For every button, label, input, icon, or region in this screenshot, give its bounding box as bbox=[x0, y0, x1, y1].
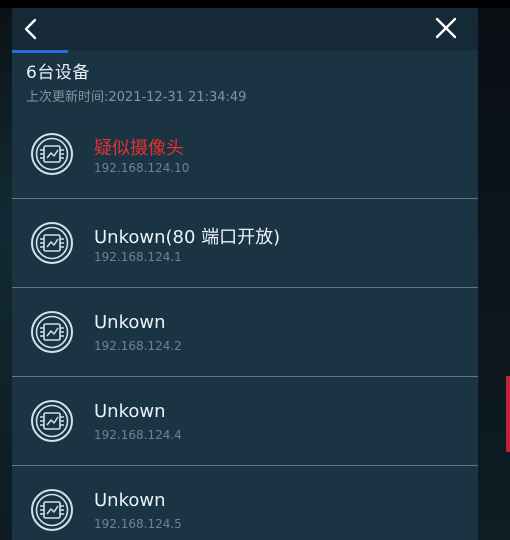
network-device-icon bbox=[31, 133, 73, 175]
device-ip: 192.168.124.5 bbox=[94, 517, 182, 531]
chevron-left-icon bbox=[24, 18, 37, 40]
device-list-item[interactable]: Unkown 192.168.124.2 bbox=[12, 288, 478, 377]
device-list-panel: 6台设备 上次更新时间:2021-12-31 21:34:49 疑似摄像头 19… bbox=[12, 8, 478, 540]
device-name: 疑似摄像头 bbox=[94, 138, 184, 159]
device-name: Unkown bbox=[94, 490, 166, 511]
back-button[interactable] bbox=[16, 14, 46, 44]
network-device-icon bbox=[31, 222, 73, 264]
background-right-edge bbox=[478, 8, 510, 540]
device-ip: 192.168.124.4 bbox=[94, 428, 182, 442]
device-ip: 192.168.124.10 bbox=[94, 161, 190, 175]
device-list: 疑似摄像头 192.168.124.10 Unkown(80 端口开放) 192… bbox=[12, 110, 478, 540]
device-list-item[interactable]: 疑似摄像头 192.168.124.10 bbox=[12, 110, 478, 199]
background-left-edge bbox=[0, 8, 12, 540]
device-ip: 192.168.124.1 bbox=[94, 250, 182, 264]
close-icon bbox=[435, 17, 457, 39]
device-list-item[interactable]: Unkown(80 端口开放) 192.168.124.1 bbox=[12, 199, 478, 288]
active-tab-indicator bbox=[12, 50, 68, 53]
network-device-icon bbox=[31, 311, 73, 353]
device-list-item[interactable]: Unkown 192.168.124.5 bbox=[12, 466, 478, 540]
device-list-item[interactable]: Unkown 192.168.124.4 bbox=[12, 377, 478, 466]
top-status-strip bbox=[0, 0, 510, 8]
header-bar bbox=[12, 8, 478, 50]
last-update-time: 上次更新时间:2021-12-31 21:34:49 bbox=[26, 90, 247, 105]
device-name: Unkown bbox=[94, 312, 166, 333]
device-name: Unkown(80 端口开放) bbox=[94, 227, 281, 248]
device-name: Unkown bbox=[94, 401, 166, 422]
device-count-title: 6台设备 bbox=[26, 63, 90, 83]
network-device-icon bbox=[31, 400, 73, 442]
device-ip: 192.168.124.2 bbox=[94, 339, 182, 353]
network-device-icon bbox=[31, 489, 73, 531]
close-button[interactable] bbox=[430, 12, 462, 44]
background-red-accent bbox=[506, 376, 510, 452]
